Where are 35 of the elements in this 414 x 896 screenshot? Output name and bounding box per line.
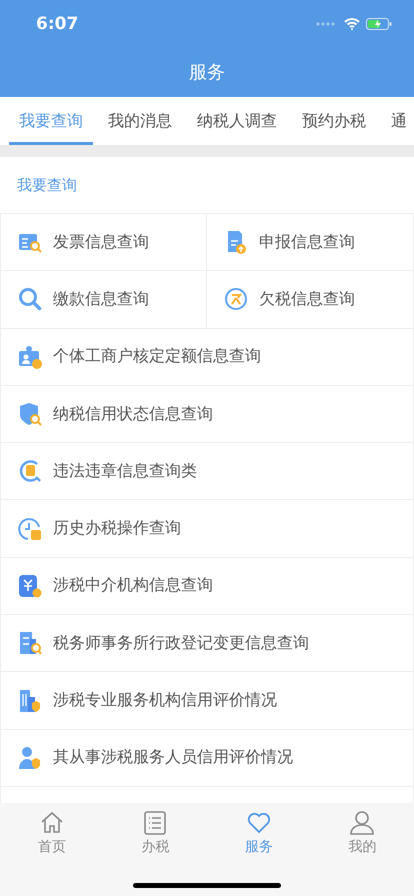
list-icon xyxy=(142,810,168,836)
coin-card-icon xyxy=(18,574,42,598)
page-title: 服务 xyxy=(188,61,226,85)
battery-icon xyxy=(366,18,392,30)
tab[interactable]: 通 xyxy=(381,97,414,145)
section-title: 我要查询 xyxy=(0,157,414,214)
query-item[interactable]: 涉税中介机构信息查询 xyxy=(1,558,413,616)
query-item[interactable]: 历史办税操作查询 xyxy=(1,500,413,558)
query-item[interactable]: 税务师事务所行政登记变更信息查询 xyxy=(1,615,413,672)
query-item[interactable]: 违法违章信息查询类 xyxy=(1,443,413,500)
person-icon xyxy=(349,810,376,836)
id-card-icon xyxy=(18,344,42,369)
shield-search-icon xyxy=(18,402,42,426)
building-shield-icon xyxy=(18,688,42,713)
circle-badge-icon xyxy=(224,287,248,312)
heart-icon xyxy=(246,810,272,836)
tab[interactable]: 纳税人调查 xyxy=(187,97,287,145)
query-item[interactable]: 涉税专业服务机构信用评价情况 xyxy=(1,672,413,730)
building-search-icon xyxy=(18,631,42,656)
query-item[interactable]: 申报信息查询 xyxy=(207,214,413,272)
query-item[interactable]: 欠税信息查询 xyxy=(207,271,413,329)
search-icon xyxy=(18,287,42,312)
home-icon xyxy=(38,810,65,836)
status-time: 6:07 xyxy=(36,14,78,34)
query-item[interactable]: 个体工商户核定定额信息查询 xyxy=(1,328,413,386)
tab[interactable]: 我的消息 xyxy=(98,97,182,145)
query-item[interactable]: 发票信息查询 xyxy=(1,214,207,272)
tab[interactable]: 预约办税 xyxy=(292,97,376,145)
magnifier-badge-icon xyxy=(18,459,42,484)
clock-icon xyxy=(18,516,42,541)
query-item[interactable]: 缴款信息查询 xyxy=(1,271,207,329)
person-shield-icon xyxy=(18,746,42,770)
query-item[interactable]: 纳税信用状态信息查询 xyxy=(1,386,413,444)
query-item[interactable]: 其从事涉税服务人员信用评价情况 xyxy=(1,730,413,787)
wifi-icon xyxy=(344,18,360,30)
